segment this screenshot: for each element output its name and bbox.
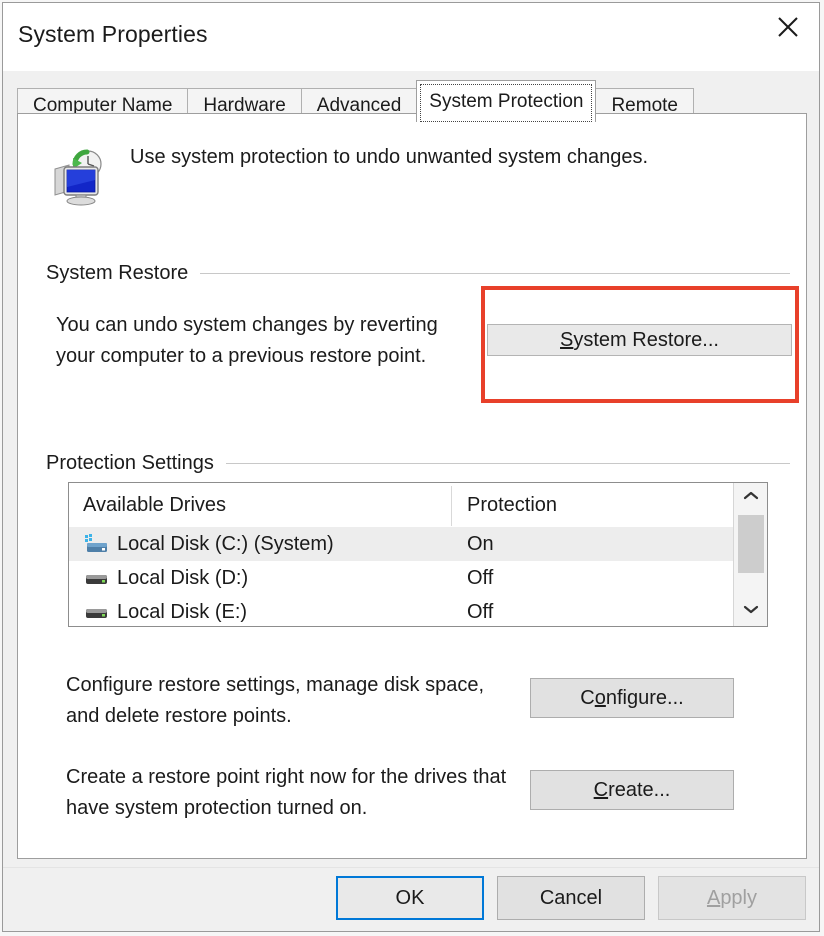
- apply-button-label: Apply: [707, 887, 757, 910]
- label-pre: C: [580, 686, 595, 709]
- label-rest: nfigure...: [605, 686, 684, 709]
- label-rest: ystem Restore...: [573, 328, 719, 351]
- label-rest: reate...: [608, 778, 671, 801]
- accel-char: o: [594, 686, 606, 709]
- column-header-available-drives[interactable]: Available Drives: [83, 483, 226, 527]
- accel-char: S: [560, 328, 574, 351]
- protection-value: Off: [467, 566, 494, 589]
- create-button-label: Create...: [594, 779, 671, 802]
- system-restore-button-label: System Restore...: [560, 329, 719, 352]
- table-row[interactable]: Local Disk (E:) Off: [69, 595, 767, 626]
- group-label: Protection Settings: [46, 452, 214, 474]
- description-line-2: and delete restore points.: [66, 705, 292, 727]
- window-title: System Properties: [18, 21, 208, 47]
- group-divider: [200, 273, 790, 274]
- create-button[interactable]: Create...: [530, 770, 734, 810]
- configure-button[interactable]: Configure...: [530, 678, 734, 718]
- drive-cell: Local Disk (E:): [83, 601, 247, 624]
- drive-icon: [83, 602, 109, 622]
- chevron-down-icon: [742, 602, 760, 620]
- table-row[interactable]: Local Disk (D:) Off: [69, 561, 767, 595]
- scroll-down-button[interactable]: [734, 596, 767, 626]
- group-label: System Restore: [46, 262, 189, 284]
- list-rows: Local Disk (C:) (System) On Local Disk (…: [69, 527, 767, 626]
- system-restore-monitor-icon: [47, 145, 109, 207]
- protection-settings-group-header: Protection Settings: [46, 452, 790, 475]
- drive-cell: Local Disk (D:): [83, 567, 248, 590]
- system-restore-button[interactable]: System Restore...: [487, 324, 792, 356]
- description-line-1: Create a restore point right now for the…: [66, 766, 507, 788]
- list-scrollbar[interactable]: [733, 483, 767, 626]
- scrollbar-thumb[interactable]: [738, 515, 764, 573]
- chevron-up-icon: [742, 489, 760, 507]
- create-description: Create a restore point right now for the…: [66, 762, 546, 824]
- screen: System Properties Computer Name Hardware: [0, 0, 824, 936]
- drive-cell: Local Disk (C:) (System): [83, 533, 334, 556]
- system-restore-description: You can undo system changes by reverting…: [56, 310, 486, 372]
- drive-label: Local Disk (E:): [117, 600, 248, 623]
- ok-button-label: OK: [395, 886, 425, 909]
- label-rest: pply: [720, 886, 758, 909]
- system-drive-icon: [83, 534, 109, 554]
- available-drives-list[interactable]: Available Drives Protection Local Disk (…: [68, 482, 768, 627]
- configure-button-label: Configure...: [580, 687, 683, 710]
- tab-system-protection[interactable]: System Protection: [416, 80, 597, 122]
- scroll-up-button[interactable]: [734, 483, 767, 513]
- system-properties-dialog: System Properties Computer Name Hardware: [2, 2, 820, 932]
- close-icon: [775, 14, 801, 40]
- cancel-button[interactable]: Cancel: [497, 876, 645, 920]
- accel-char: A: [706, 886, 721, 909]
- column-divider: [451, 486, 452, 526]
- column-header-protection[interactable]: Protection: [467, 483, 557, 527]
- protection-value: On: [467, 532, 494, 555]
- title-bar: System Properties: [3, 3, 819, 71]
- description-line-1: Configure restore settings, manage disk …: [66, 674, 484, 696]
- description-line-2: your computer to a previous restore poin…: [56, 345, 427, 367]
- ok-button[interactable]: OK: [336, 876, 484, 920]
- configure-description: Configure restore settings, manage disk …: [66, 670, 536, 732]
- accel-char: C: [593, 778, 609, 801]
- list-header-row: Available Drives Protection: [69, 483, 767, 527]
- panel-description: Use system protection to undo unwanted s…: [130, 146, 649, 168]
- close-button[interactable]: [757, 3, 819, 51]
- drive-icon: [83, 568, 109, 588]
- tab-label: System Protection: [429, 90, 584, 112]
- table-row[interactable]: Local Disk (C:) (System) On: [69, 527, 767, 561]
- footer-divider: [3, 867, 819, 868]
- cancel-button-label: Cancel: [539, 886, 603, 909]
- drive-label: Local Disk (C:) (System): [117, 532, 334, 555]
- description-line-1: You can undo system changes by reverting: [56, 314, 438, 336]
- system-protection-panel: Use system protection to undo unwanted s…: [17, 113, 807, 859]
- apply-button: Apply: [658, 876, 806, 920]
- protection-value: Off: [467, 600, 494, 623]
- system-restore-group-header: System Restore: [46, 262, 790, 285]
- description-line-2: have system protection turned on.: [66, 797, 368, 819]
- group-divider: [225, 463, 790, 464]
- drive-label: Local Disk (D:): [117, 566, 249, 589]
